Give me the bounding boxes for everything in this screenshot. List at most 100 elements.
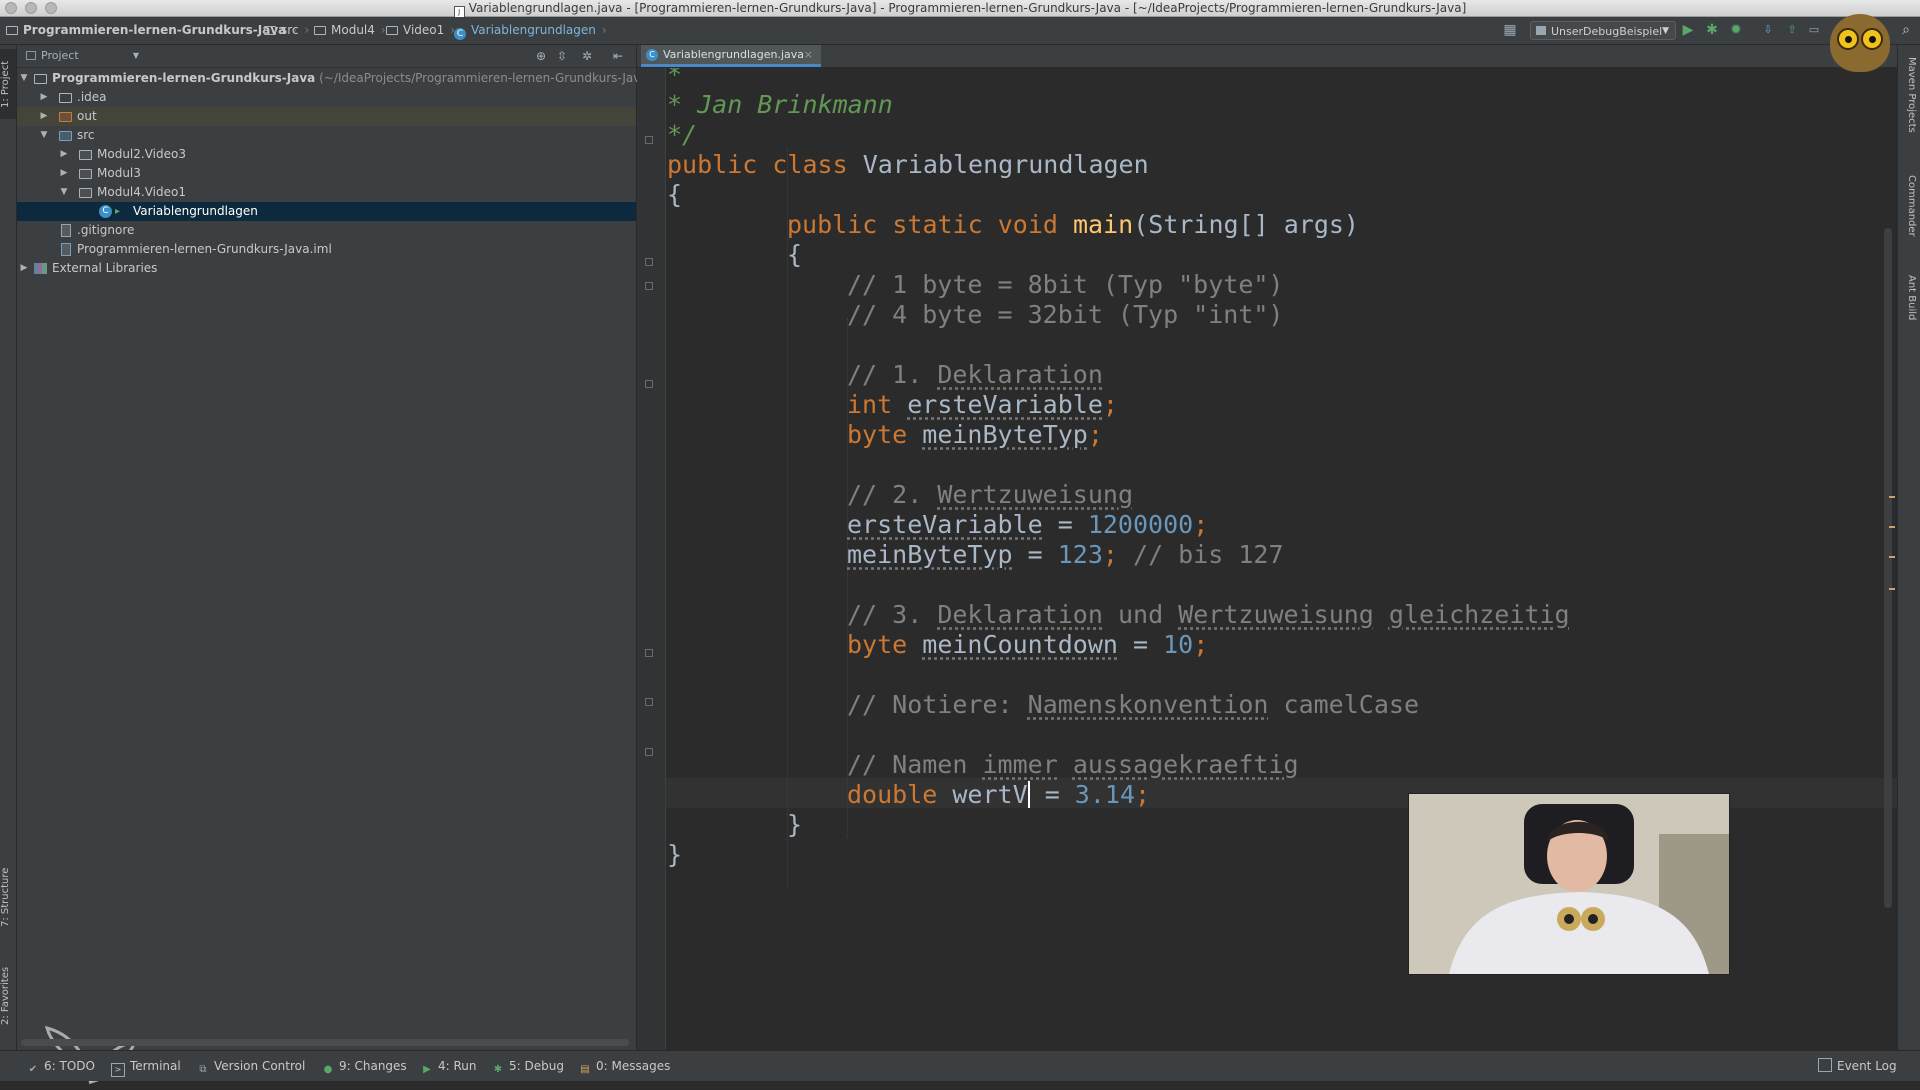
tree-item-label: .gitignore bbox=[77, 223, 135, 237]
tree-item-gitignore[interactable]: .gitignore bbox=[17, 221, 636, 240]
tab-commander[interactable]: Commander bbox=[1901, 175, 1917, 237]
breadcrumb-project[interactable]: Programmieren-lernen-Grundkurs-Java › bbox=[6, 17, 297, 44]
project-root-name: Programmieren-lernen-Grundkurs-Java bbox=[52, 71, 316, 85]
tab-favorites[interactable]: 2: Favorites bbox=[0, 957, 16, 1035]
tool-event-log[interactable]: Event Log bbox=[1818, 1051, 1897, 1081]
tree-item-modul2-video3[interactable]: ▶ Modul2.Video3 bbox=[17, 145, 636, 164]
changes-icon: ● bbox=[323, 1064, 333, 1075]
breadcrumb-src[interactable]: src › bbox=[264, 17, 309, 44]
scroll-from-source-icon[interactable]: ⊕ bbox=[533, 48, 549, 64]
chevron-right-icon[interactable]: ▶ bbox=[59, 145, 69, 164]
fold-marker-icon[interactable] bbox=[645, 649, 653, 657]
window-minimize-button[interactable] bbox=[25, 2, 37, 14]
code-line: // Notiere: Namenskonvention camelCase bbox=[847, 690, 1419, 719]
window-title-bar: J Variablengrundlagen.java - [Programmier… bbox=[0, 0, 1920, 19]
breadcrumb-video1[interactable]: Video1 › bbox=[386, 17, 455, 44]
tree-item-external-libraries[interactable]: ▶ External Libraries bbox=[17, 259, 636, 278]
breadcrumb-class[interactable]: C Variablengrundlagen › bbox=[454, 17, 607, 44]
vcs-commit-icon[interactable]: ⇧ bbox=[1784, 22, 1800, 38]
hide-panel-icon[interactable]: ⇤ bbox=[610, 48, 626, 64]
build-icon[interactable]: ▦ bbox=[1502, 22, 1518, 38]
chevron-down-icon: ▼ bbox=[132, 51, 139, 60]
chevron-right-icon[interactable]: ▶ bbox=[39, 88, 49, 107]
fold-marker-icon[interactable] bbox=[645, 258, 653, 266]
editor-vertical-scrollbar[interactable] bbox=[1884, 228, 1892, 908]
tree-item-root[interactable]: ▼ Programmieren-lernen-Grundkurs-Java (~… bbox=[17, 69, 653, 88]
tree-item-src[interactable]: ▼ src bbox=[17, 126, 636, 145]
project-view-icon bbox=[26, 51, 36, 60]
chevron-right-icon[interactable]: ▶ bbox=[59, 164, 69, 183]
tree-item-iml[interactable]: Programmieren-lernen-Grundkurs-Java.iml bbox=[17, 240, 636, 259]
code-line: * bbox=[667, 68, 683, 89]
event-log-icon bbox=[1818, 1058, 1832, 1072]
run-config-icon bbox=[1536, 26, 1546, 35]
right-tool-strip: Maven Projects Commander Ant Build bbox=[1897, 45, 1920, 1050]
code-line: // 1 byte = 8bit (Typ "byte") bbox=[847, 270, 1284, 299]
tool-debug[interactable]: ✱ 5: Debug bbox=[492, 1051, 564, 1081]
tool-terminal[interactable]: > Terminal bbox=[111, 1051, 181, 1081]
breadcrumb-modul4[interactable]: Modul4 › bbox=[314, 17, 386, 44]
project-panel-header: Project ▼ ⊕ ⇳ ✲ ⇤ bbox=[17, 45, 636, 68]
run-icon[interactable]: ▶ bbox=[1680, 22, 1696, 38]
tree-item-idea[interactable]: ▶ .idea bbox=[17, 88, 636, 107]
code-line: * Jan Brinkmann bbox=[667, 90, 893, 119]
tree-item-label: Modul3 bbox=[97, 166, 141, 180]
search-icon[interactable]: ⌕ bbox=[1898, 22, 1914, 38]
text-file-icon bbox=[61, 224, 71, 237]
editor-tab-variablengrundlagen[interactable]: C Variablengrundlagen.java × bbox=[641, 45, 821, 67]
error-stripe-marker[interactable] bbox=[1889, 556, 1895, 558]
library-icon bbox=[34, 263, 47, 274]
chevron-right-icon[interactable]: ▶ bbox=[39, 107, 49, 126]
tree-item-variablengrundlagen[interactable]: C ▸ Variablengrundlagen bbox=[17, 202, 636, 221]
code-line: // 4 byte = 32bit (Typ "int") bbox=[847, 300, 1284, 329]
code-line: meinByteTyp = 123; // bis 127 bbox=[847, 540, 1284, 569]
close-icon[interactable]: × bbox=[804, 45, 813, 65]
coverage-icon[interactable]: ✹ bbox=[1728, 22, 1744, 38]
project-horizontal-scrollbar[interactable] bbox=[21, 1039, 629, 1046]
error-stripe-marker[interactable] bbox=[1889, 588, 1895, 590]
module-file-icon bbox=[61, 243, 71, 256]
tool-changes[interactable]: ● 9: Changes bbox=[322, 1051, 407, 1081]
fold-marker-icon[interactable] bbox=[645, 282, 653, 290]
tab-structure[interactable]: 7: Structure bbox=[0, 857, 16, 937]
code-line: } bbox=[787, 810, 803, 839]
project-folder-icon bbox=[34, 74, 47, 84]
tool-version-control[interactable]: ⧉ Version Control bbox=[197, 1051, 305, 1081]
tab-ant-build[interactable]: Ant Build bbox=[1901, 275, 1917, 320]
error-stripe-marker[interactable] bbox=[1889, 496, 1895, 498]
tool-todo[interactable]: ✔ 6: TODO bbox=[27, 1051, 95, 1081]
tab-project[interactable]: 1: Project bbox=[0, 49, 16, 119]
tab-maven-projects[interactable]: Maven Projects bbox=[1901, 57, 1917, 133]
chevron-right-icon[interactable]: ▶ bbox=[19, 259, 29, 278]
editor-gutter bbox=[637, 68, 666, 1050]
editor-tab-label: Variablengrundlagen.java bbox=[663, 48, 805, 61]
fold-marker-icon[interactable] bbox=[645, 698, 653, 706]
gear-icon[interactable]: ✲ bbox=[579, 48, 595, 64]
tool-messages[interactable]: ▤ 0: Messages bbox=[579, 1051, 670, 1081]
debug-icon[interactable]: ✱ bbox=[1704, 22, 1720, 38]
executable-icon: ▸ bbox=[115, 206, 121, 217]
project-icon bbox=[6, 26, 18, 35]
chevron-down-icon[interactable]: ▼ bbox=[39, 126, 49, 145]
chevron-down-icon[interactable]: ▼ bbox=[19, 69, 29, 88]
tree-item-modul4-video1[interactable]: ▼ Modul4.Video1 bbox=[17, 183, 636, 202]
run-configuration-select[interactable]: UnserDebugBeispiel ▼ bbox=[1530, 21, 1676, 40]
chevron-down-icon[interactable]: ▼ bbox=[59, 183, 69, 202]
history-icon[interactable]: ▭ bbox=[1806, 22, 1822, 38]
project-view-selector[interactable]: Project ▼ bbox=[21, 48, 139, 64]
tree-item-out[interactable]: ▶ out bbox=[17, 107, 636, 126]
fold-marker-icon[interactable] bbox=[645, 380, 653, 388]
vcs-update-icon[interactable]: ⇩ bbox=[1760, 22, 1776, 38]
tree-item-modul3[interactable]: ▶ Modul3 bbox=[17, 164, 636, 183]
fold-marker-icon[interactable] bbox=[645, 748, 653, 756]
window-close-button[interactable] bbox=[5, 2, 17, 14]
window-title: Variablengrundlagen.java - [Programmiere… bbox=[468, 1, 1467, 15]
window-zoom-button[interactable] bbox=[45, 2, 57, 14]
tool-run[interactable]: ▶ 4: Run bbox=[421, 1051, 476, 1081]
package-icon bbox=[79, 169, 92, 179]
webcam-overlay-image bbox=[1408, 793, 1730, 975]
collapse-all-icon[interactable]: ⇳ bbox=[554, 48, 570, 64]
fold-marker-icon[interactable] bbox=[645, 136, 653, 144]
error-stripe-marker[interactable] bbox=[1889, 526, 1895, 528]
code-line: // Namen immer aussagekraeftig bbox=[847, 750, 1299, 779]
